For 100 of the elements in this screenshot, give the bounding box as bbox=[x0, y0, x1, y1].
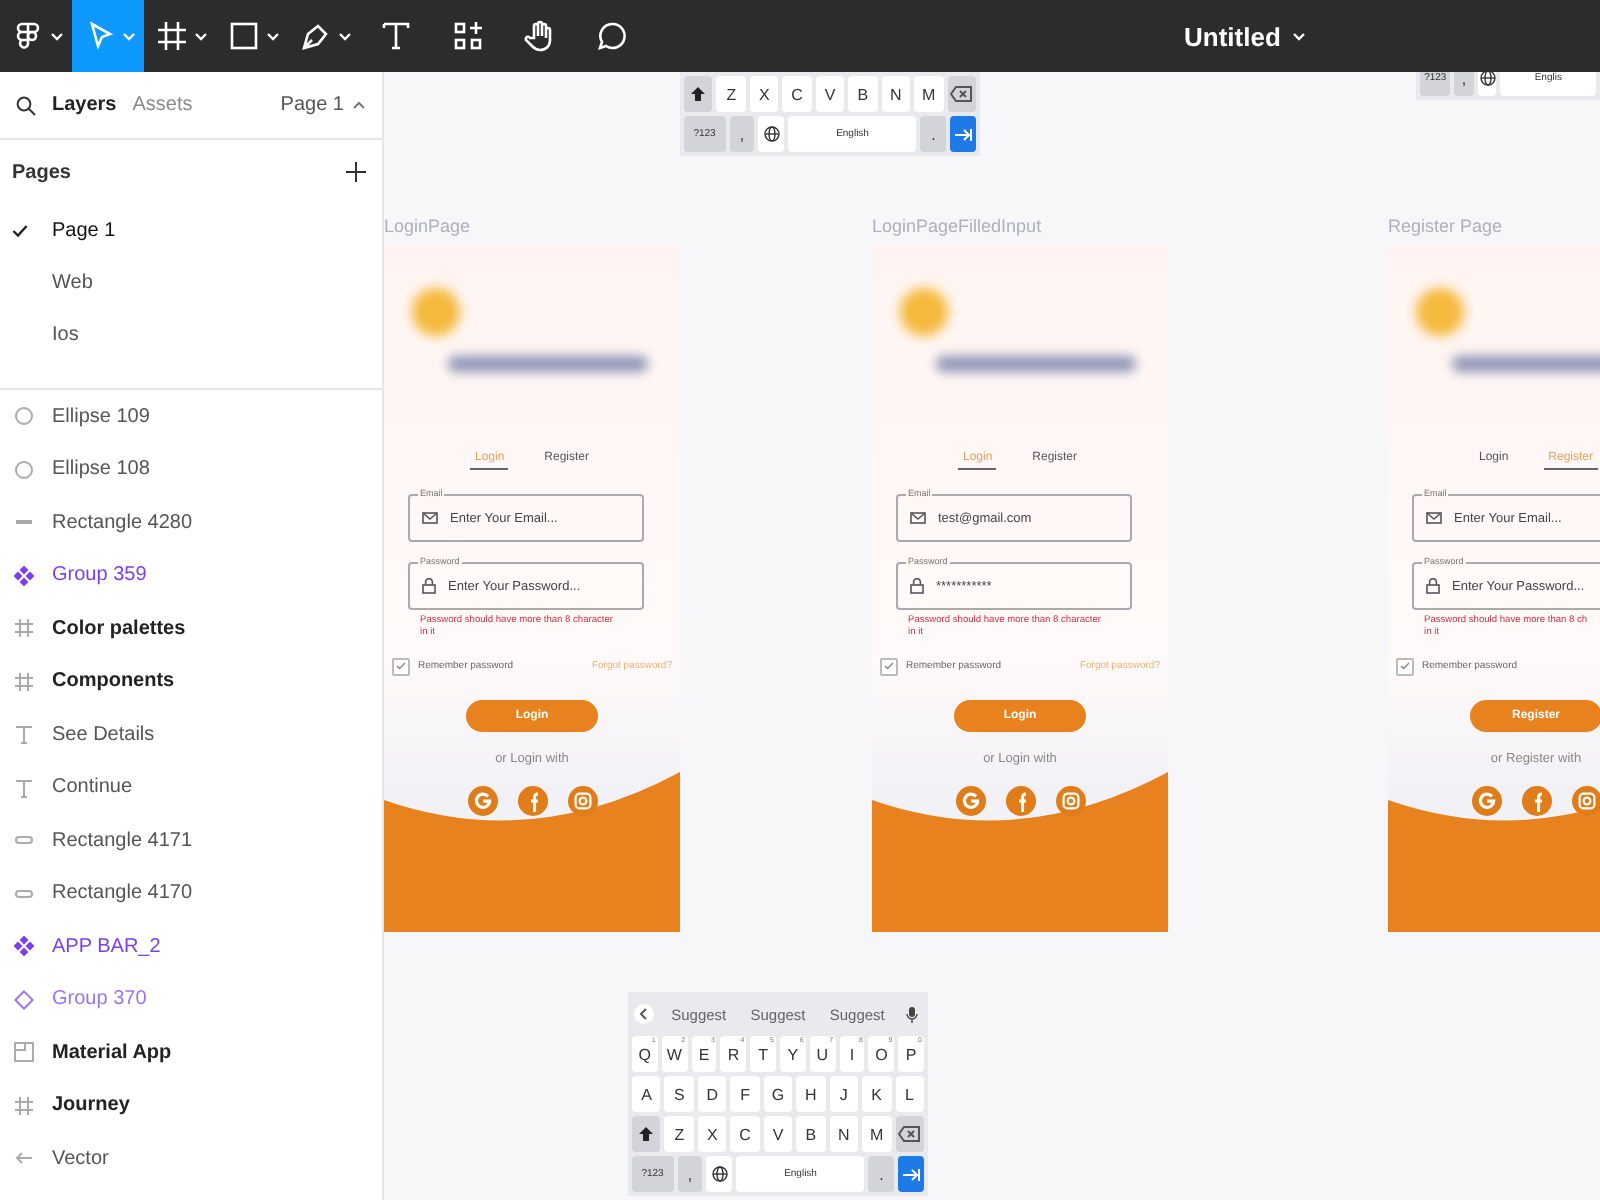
search-icon[interactable] bbox=[16, 95, 36, 115]
return-icon bbox=[954, 127, 973, 141]
layer-name[interactable]: Components bbox=[52, 670, 175, 693]
period-key[interactable]: . bbox=[920, 116, 947, 152]
panel-tab[interactable]: Layers bbox=[52, 94, 117, 116]
microphone-icon bbox=[905, 1005, 918, 1023]
comma-key[interactable]: , bbox=[729, 116, 755, 152]
component-icon bbox=[14, 565, 34, 586]
layer-name[interactable]: Material App bbox=[52, 1041, 172, 1064]
pages-heading: Pages bbox=[12, 161, 71, 183]
shift-key[interactable] bbox=[684, 76, 713, 112]
arrow-icon bbox=[14, 1148, 34, 1169]
layer-name[interactable]: Journey bbox=[52, 1094, 130, 1117]
frame-title: LoginPage bbox=[384, 216, 471, 236]
frame-icon bbox=[14, 671, 34, 692]
keyboard-key[interactable]: V bbox=[763, 1116, 793, 1152]
mail-icon bbox=[422, 512, 438, 524]
layer-name[interactable]: APP BAR_2 bbox=[52, 935, 161, 958]
checkbox[interactable] bbox=[1396, 657, 1414, 676]
facebook-icon bbox=[1521, 785, 1551, 816]
mail-icon bbox=[910, 512, 926, 524]
keyboard-key[interactable]: A bbox=[632, 1076, 661, 1112]
layer-name[interactable]: Ellipse 109 bbox=[52, 405, 150, 428]
caret-icon bbox=[193, 31, 207, 41]
keyboard-key[interactable]: X bbox=[749, 76, 779, 112]
add-icon[interactable] bbox=[346, 162, 366, 182]
keyboard-key[interactable]: N bbox=[881, 76, 911, 112]
layer-name[interactable]: Rectangle 4170 bbox=[52, 882, 193, 905]
page-item[interactable]: Ios bbox=[0, 308, 382, 360]
keyboard-key[interactable]: J bbox=[829, 1076, 859, 1112]
layer-name[interactable]: Vector bbox=[52, 1147, 109, 1170]
keyboard-key[interactable]: N bbox=[829, 1116, 859, 1152]
keyboard-key[interactable]: D bbox=[697, 1076, 727, 1112]
shift-icon bbox=[690, 86, 707, 102]
check-icon bbox=[12, 223, 28, 237]
return-key[interactable] bbox=[950, 116, 976, 152]
text-icon bbox=[378, 18, 414, 54]
keyboard-key[interactable]: B bbox=[848, 76, 878, 112]
facebook-icon bbox=[517, 785, 547, 816]
keyboard-key[interactable]: B bbox=[796, 1116, 826, 1152]
keyboard-key[interactable]: F bbox=[730, 1076, 760, 1112]
ellipse-icon bbox=[14, 406, 34, 427]
caret-icon bbox=[337, 31, 351, 41]
keyboard-key[interactable]: Z bbox=[664, 1116, 694, 1152]
checkbox[interactable] bbox=[880, 657, 898, 676]
google-icon bbox=[1471, 785, 1501, 816]
back-icon bbox=[634, 1004, 655, 1024]
page-item[interactable]: Web bbox=[0, 256, 382, 308]
instagram-icon bbox=[1571, 785, 1600, 816]
backspace-key[interactable] bbox=[895, 1116, 924, 1152]
keyboard-key[interactable]: S bbox=[664, 1076, 694, 1112]
keyboard-key[interactable]: X bbox=[697, 1116, 727, 1152]
frame-title: Register Page bbox=[1388, 216, 1503, 236]
keyboard-key[interactable]: Z bbox=[716, 76, 746, 112]
keyboard-key[interactable]: C bbox=[730, 1116, 760, 1152]
frame-icon bbox=[14, 618, 34, 639]
globe-key[interactable] bbox=[706, 1156, 733, 1192]
layer-name[interactable]: See Details bbox=[52, 723, 155, 746]
component-icon bbox=[14, 936, 34, 957]
ellipse-icon bbox=[14, 459, 34, 480]
shapes-icon bbox=[450, 18, 486, 54]
instagram-icon bbox=[567, 785, 597, 816]
page-selector[interactable]: Page 1 bbox=[280, 94, 366, 116]
backspace-icon bbox=[898, 1126, 921, 1142]
layer-name[interactable]: Rectangle 4171 bbox=[52, 829, 193, 852]
keyboard-key[interactable]: L bbox=[895, 1076, 924, 1112]
return-key[interactable] bbox=[898, 1156, 924, 1192]
globe-icon bbox=[763, 126, 780, 142]
comma-key[interactable]: , bbox=[1454, 72, 1474, 96]
shift-key[interactable] bbox=[632, 1116, 661, 1152]
layer-name[interactable]: Rectangle 4280 bbox=[52, 511, 193, 534]
checkbox[interactable] bbox=[392, 657, 410, 676]
globe-key[interactable] bbox=[758, 116, 785, 152]
caret-icon bbox=[121, 31, 135, 41]
backspace-icon bbox=[950, 86, 973, 102]
layer-name[interactable]: Ellipse 108 bbox=[52, 458, 150, 481]
caret-icon bbox=[49, 31, 63, 41]
keyboard-key[interactable]: M bbox=[914, 76, 944, 112]
instagram-icon bbox=[1055, 785, 1085, 816]
keyboard-key[interactable]: M bbox=[862, 1116, 892, 1152]
page-item[interactable]: Page 1 bbox=[0, 204, 382, 256]
caret-icon bbox=[1292, 31, 1307, 41]
keyboard-key[interactable]: G bbox=[763, 1076, 793, 1112]
diamond-icon bbox=[14, 989, 34, 1010]
shift-icon bbox=[638, 1126, 655, 1142]
backspace-key[interactable] bbox=[947, 76, 976, 112]
layer-name[interactable]: Group 359 bbox=[52, 564, 147, 587]
layer-name[interactable]: Continue bbox=[52, 776, 133, 799]
keyboard-key[interactable]: H bbox=[796, 1076, 826, 1112]
text-icon bbox=[14, 777, 34, 798]
period-key[interactable]: . bbox=[868, 1156, 895, 1192]
keyboard-key[interactable]: C bbox=[782, 76, 812, 112]
return-icon bbox=[902, 1167, 921, 1181]
keyboard-key[interactable]: V bbox=[815, 76, 845, 112]
layer-name[interactable]: Color palettes bbox=[52, 617, 186, 640]
caret-icon bbox=[265, 31, 279, 41]
file-title[interactable]: Untitled bbox=[1184, 0, 1307, 72]
comment-icon bbox=[594, 18, 630, 54]
comma-key[interactable]: , bbox=[677, 1156, 703, 1192]
keyboard-key[interactable]: K bbox=[862, 1076, 892, 1112]
